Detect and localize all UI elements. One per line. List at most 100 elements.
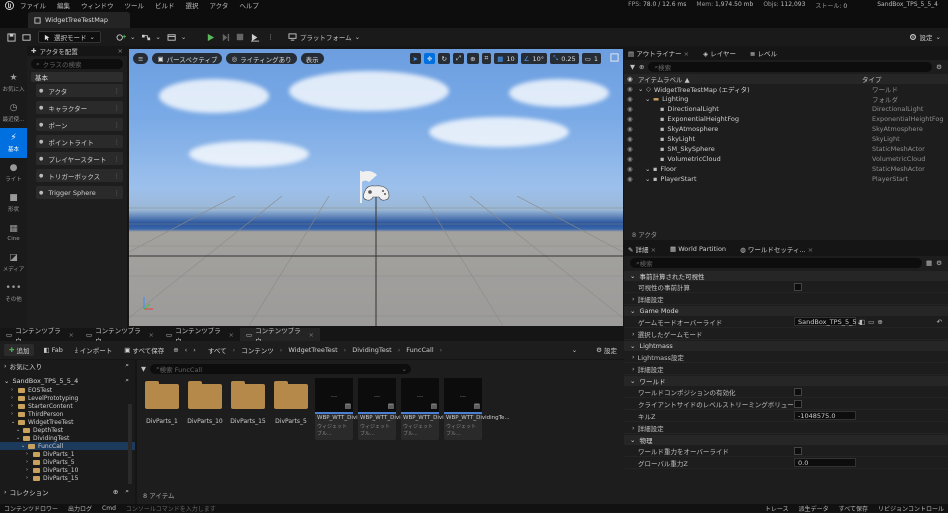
visibility-icon[interactable]: ◉ bbox=[624, 165, 634, 173]
reset-icon[interactable]: ↶ bbox=[937, 318, 942, 326]
surface-snap-icon[interactable]: ⌗ bbox=[481, 53, 492, 64]
content-icon[interactable] bbox=[19, 31, 34, 44]
stop-button[interactable] bbox=[233, 31, 247, 44]
translate-tool-icon[interactable]: ✥ bbox=[423, 53, 436, 64]
map-tab[interactable]: WidgetTreeTestMap bbox=[28, 12, 130, 28]
outliner-row[interactable]: ◉ ▪ SkyLight SkyLight bbox=[624, 134, 948, 144]
folder-tree-item[interactable]: ⌄ DividingTest bbox=[0, 434, 135, 442]
crumb-widgettreetest[interactable]: WidgetTreeTest bbox=[288, 346, 337, 354]
nav-shapes[interactable]: ■ 形状 bbox=[0, 188, 27, 218]
select-mode-dropdown[interactable]: 選択モード ⌄ bbox=[38, 31, 101, 43]
menu-tools[interactable]: ツール bbox=[125, 0, 145, 10]
visibility-icon[interactable]: ◉ bbox=[624, 115, 634, 123]
forward-icon[interactable]: › bbox=[193, 346, 196, 354]
outliner-row[interactable]: ◉ ▪ DirectionalLight DirectionalLight bbox=[624, 104, 948, 114]
asset-widget-blueprint[interactable]: ... ▤ WBP_WTT_DividingTe... ウィジェットブル... bbox=[401, 378, 467, 440]
perspective-button[interactable]: ▣ パースペクティブ bbox=[152, 53, 223, 64]
menu-actor[interactable]: アクタ bbox=[210, 0, 229, 10]
menu-window[interactable]: ウィンドウ bbox=[81, 0, 114, 10]
close-icon[interactable]: × bbox=[309, 331, 314, 339]
cinematics-icon[interactable]: ⌄ bbox=[164, 31, 189, 44]
outliner-row[interactable]: ◉ ⌄ ▬ Lighting フォルダ bbox=[624, 94, 948, 104]
visibility-icon[interactable]: ◉ bbox=[624, 85, 634, 93]
rotate-tool-icon[interactable]: ↻ bbox=[438, 53, 450, 64]
close-icon[interactable]: × bbox=[808, 246, 813, 254]
menu-file[interactable]: ファイル bbox=[20, 0, 46, 10]
trace-button[interactable]: トレース bbox=[765, 504, 789, 513]
tab-content-browser-4[interactable]: ▭コンテンツブラウ...× bbox=[240, 327, 320, 345]
add-content-icon[interactable]: ⌄ bbox=[113, 31, 138, 44]
crumb-funccall[interactable]: FuncCall bbox=[406, 346, 433, 354]
save-all-status-button[interactable]: すべて保存 bbox=[839, 504, 868, 513]
visibility-icon[interactable]: ◉ bbox=[624, 145, 634, 153]
scale-tool-icon[interactable]: ⤢ bbox=[452, 53, 465, 64]
place-actor-item[interactable]: ● キャラクター ⋮ bbox=[36, 101, 123, 114]
outliner-row[interactable]: ◉ ▪ SkyAtmosphere SkyAtmosphere bbox=[624, 124, 948, 134]
tab-layers[interactable]: ◈ レイヤー bbox=[703, 48, 736, 58]
property-checkbox[interactable] bbox=[794, 399, 802, 408]
grid-view-icon[interactable]: ▦ bbox=[926, 259, 932, 267]
collections-header[interactable]: › コレクション ⊕ ⌕ bbox=[0, 486, 135, 497]
folder-tree-item[interactable]: › StarterContent bbox=[0, 402, 135, 410]
revision-control-button[interactable]: リビジョンコントロール bbox=[878, 504, 944, 513]
class-search-input[interactable]: ⌕ クラスの検索 bbox=[31, 59, 123, 69]
console-input[interactable]: コンソールコマンドを入力します bbox=[126, 504, 216, 513]
visibility-icon[interactable]: ◉ bbox=[624, 175, 634, 183]
details-subsection[interactable]: › 詳細設定 bbox=[624, 422, 948, 434]
tab-content-browser-3[interactable]: ▭コンテンツブラウ...× bbox=[160, 327, 240, 345]
asset-widget-blueprint[interactable]: ... ▤ WBP_WTT_DividingTe... ウィジェットブル... bbox=[315, 378, 381, 440]
close-icon[interactable]: × bbox=[118, 47, 123, 55]
tab-world-partition[interactable]: ▦ World Partition bbox=[670, 245, 726, 253]
camera-speed-button[interactable]: ▭ 1 bbox=[581, 53, 601, 64]
tab-levels[interactable]: ≣ レベル bbox=[750, 48, 777, 58]
crumb-content[interactable]: コンテンツ bbox=[241, 345, 274, 355]
history-back-icon[interactable]: ⊕ bbox=[173, 346, 178, 354]
favorites-header[interactable]: › お気に入り ⌕ bbox=[0, 360, 135, 371]
search-icon[interactable]: ⌕ bbox=[125, 376, 129, 385]
platform-dropdown[interactable]: プラットフォーム ⌄ bbox=[285, 31, 363, 44]
save-icon[interactable] bbox=[4, 31, 19, 44]
add-icon[interactable]: ⊕ bbox=[639, 63, 644, 71]
project-header[interactable]: ⌄ SandBox_TPS_5_5_4 ⌕ bbox=[0, 375, 135, 386]
visibility-icon[interactable]: ◉ bbox=[624, 155, 634, 163]
crumb-dividingtest[interactable]: DividingTest bbox=[352, 346, 391, 354]
close-icon[interactable]: × bbox=[229, 331, 234, 339]
close-icon[interactable]: × bbox=[149, 331, 154, 339]
expand-arrow-icon[interactable]: ⌄ bbox=[638, 85, 643, 93]
folder-icon[interactable]: ▭ bbox=[868, 318, 874, 326]
asset-folder[interactable]: DivParts_15 bbox=[229, 380, 267, 432]
folder-tree-item[interactable]: › DivParts_1 bbox=[0, 450, 135, 458]
folder-tree-item[interactable]: ⌄ FuncCall bbox=[0, 442, 135, 450]
close-icon[interactable]: × bbox=[69, 331, 74, 339]
asset-folder[interactable]: DivParts_1 bbox=[143, 380, 181, 432]
save-all-button[interactable]: ▣ すべて保存 bbox=[121, 344, 167, 356]
asset-folder[interactable]: DivParts_5 bbox=[272, 380, 310, 432]
outliner-row[interactable]: ◉ ▪ SM_SkySphere StaticMeshActor bbox=[624, 144, 948, 154]
folder-tree-item[interactable]: › ThirdPerson bbox=[0, 410, 135, 418]
place-actor-item[interactable]: ● Trigger Sphere ⋮ bbox=[36, 186, 123, 199]
back-icon[interactable]: ‹ bbox=[185, 346, 188, 354]
output-log-button[interactable]: 出力ログ bbox=[68, 504, 92, 513]
outliner-row[interactable]: ◉ ⌄ ▪ Floor StaticMeshActor bbox=[624, 164, 948, 174]
tab-world-settings[interactable]: ◍ ワールドセッティ... × bbox=[740, 244, 813, 254]
nav-media[interactable]: ◪ メディア bbox=[0, 248, 27, 278]
show-button[interactable]: 表示 bbox=[300, 53, 324, 64]
tree-scrollbar[interactable] bbox=[128, 404, 132, 484]
play-button[interactable] bbox=[203, 31, 218, 44]
gear-icon[interactable]: ⚙ bbox=[936, 63, 942, 71]
nav-lights[interactable]: ● ライト bbox=[0, 158, 27, 188]
details-search-input[interactable]: ⌕ 検索 bbox=[630, 258, 923, 268]
nav-recent[interactable]: ◷ 最近使... bbox=[0, 98, 27, 128]
details-section-header[interactable]: ⌄ ワールド bbox=[624, 376, 948, 386]
col-type[interactable]: タイプ bbox=[862, 74, 882, 84]
blueprint-icon[interactable]: ⌄ bbox=[138, 31, 163, 44]
add-button[interactable]: ✚ 追加 bbox=[4, 344, 35, 356]
place-actor-item[interactable]: ● ポーン ⋮ bbox=[36, 118, 123, 131]
property-checkbox[interactable] bbox=[794, 282, 802, 291]
expand-arrow-icon[interactable]: ⌄ bbox=[645, 175, 650, 183]
settings-dropdown[interactable]: 設定 ⌄ bbox=[906, 31, 944, 44]
expand-arrow-icon[interactable]: ⌄ bbox=[645, 95, 650, 103]
filter-icon[interactable]: ▼ bbox=[630, 63, 635, 71]
import-button[interactable]: ⤓ インポート bbox=[72, 344, 115, 356]
visibility-icon[interactable]: ◉ bbox=[624, 95, 634, 103]
